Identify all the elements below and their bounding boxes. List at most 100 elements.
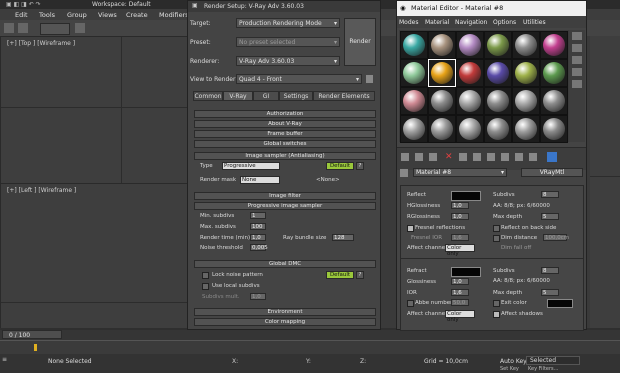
menu-group[interactable]: Group [67, 11, 87, 19]
menu-modifiers[interactable]: Modifiers [159, 11, 189, 19]
show-shaded-icon[interactable] [515, 153, 523, 161]
rollout-about-vray[interactable]: About V-Ray [194, 120, 376, 128]
rollout-frame-buffer[interactable]: Frame buffer [194, 130, 376, 138]
dim-distance-input[interactable]: 100,0cm [543, 234, 569, 241]
subdiv-mult-input[interactable]: 1,0 [250, 293, 266, 300]
abbe-checkbox[interactable] [407, 300, 414, 307]
pick-material-icon[interactable] [401, 153, 409, 161]
target-dropdown[interactable]: Production Rendering Mode ▾ [236, 18, 340, 28]
copy-material-icon[interactable] [459, 153, 467, 161]
material-slot[interactable] [484, 59, 512, 87]
lock-icon[interactable] [366, 75, 373, 83]
reset-icon[interactable]: ✕ [445, 152, 453, 162]
quick-access-icons[interactable]: ▣ ◧ ◨ ↶ ↷ [6, 1, 41, 8]
tab-gi[interactable]: GI [253, 91, 279, 101]
viewport-top-label[interactable]: [+] [Top ] [Wireframe ] [7, 40, 75, 47]
material-slot[interactable] [400, 31, 428, 59]
reflect-subdivs-input[interactable]: 8 [541, 191, 559, 198]
max-script-icon[interactable]: ≡ [2, 356, 7, 363]
render-button[interactable]: Render [344, 18, 376, 66]
refract-glossiness-input[interactable]: 1,0 [451, 278, 469, 285]
material-id-icon[interactable] [501, 153, 509, 161]
dmc-default-button[interactable]: Default [326, 271, 354, 279]
exit-color-checkbox[interactable] [493, 300, 500, 307]
render-mask-dropdown[interactable]: None [240, 176, 280, 184]
put-to-library-icon[interactable] [487, 153, 495, 161]
me-menu-utilities[interactable]: Utilities [523, 19, 546, 26]
fresnel-ior-input[interactable]: 1,6 [451, 234, 469, 241]
tab-vray[interactable]: V-Ray [223, 91, 253, 101]
time-slider[interactable]: 0 / 100 [0, 330, 620, 340]
material-slot[interactable] [540, 59, 568, 87]
material-slot[interactable] [456, 31, 484, 59]
refract-color-swatch[interactable] [451, 267, 481, 277]
material-slot[interactable] [428, 31, 456, 59]
tab-settings[interactable]: Settings [279, 91, 313, 101]
me-menu-options[interactable]: Options [493, 19, 516, 26]
refract-subdivs-input[interactable]: 8 [541, 267, 559, 274]
rglossiness-input[interactable]: 1,0 [451, 213, 469, 220]
render-mask-none-button[interactable]: <None> [316, 177, 340, 183]
viewport-left[interactable]: [+] [Left ] [Wireframe ] [0, 183, 190, 330]
exit-color-swatch[interactable] [547, 299, 573, 308]
material-slot[interactable] [512, 59, 540, 87]
show-end-result-icon[interactable] [529, 153, 537, 161]
material-slot[interactable] [512, 87, 540, 115]
material-slot[interactable] [428, 115, 456, 143]
material-slot[interactable] [540, 115, 568, 143]
reflect-color-swatch[interactable] [451, 191, 481, 201]
key-mode-dropdown[interactable]: Selected [526, 356, 580, 365]
preset-dropdown[interactable]: No preset selected ▾ [236, 37, 340, 47]
material-slot[interactable] [484, 31, 512, 59]
go-to-parent-icon[interactable] [547, 152, 557, 162]
material-slot[interactable] [512, 115, 540, 143]
video-check-icon[interactable] [572, 80, 582, 88]
dim-distance-checkbox[interactable] [493, 235, 500, 242]
rollout-global-dmc[interactable]: Global DMC [194, 260, 376, 268]
uv-tiling-icon[interactable] [572, 68, 582, 76]
abbe-input[interactable]: 50,0 [451, 299, 469, 306]
sample-type-icon[interactable] [572, 32, 582, 40]
local-subdivs-checkbox[interactable] [202, 283, 209, 290]
redo-icon[interactable] [18, 23, 28, 33]
eyedropper-icon[interactable] [400, 169, 408, 177]
background-icon[interactable] [572, 56, 582, 64]
me-menu-navigation[interactable]: Navigation [455, 19, 487, 26]
render-time-input[interactable]: 1,0 [250, 234, 266, 241]
rollout-authorization[interactable]: Authorization [194, 110, 376, 118]
timeline-track[interactable] [0, 340, 620, 354]
rollout-color-mapping[interactable]: Color mapping [194, 318, 376, 326]
viewport-top[interactable]: [+] [Top ] [Wireframe ] [0, 36, 190, 184]
material-slot[interactable] [456, 87, 484, 115]
refract-max-depth-input[interactable]: 5 [541, 289, 559, 296]
rollout-progressive-sampler[interactable]: Progressive image sampler [194, 202, 376, 210]
view-to-render-dropdown[interactable]: Quad 4 - Front ▾ [236, 74, 362, 84]
backlight-icon[interactable] [572, 44, 582, 52]
workspace-dropdown[interactable]: Workspace: Default [92, 1, 151, 8]
ray-bundle-input[interactable]: 128 [332, 234, 354, 241]
material-slot[interactable] [428, 59, 456, 87]
set-key-button[interactable]: Set Key [500, 366, 519, 372]
menu-views[interactable]: Views [98, 11, 117, 19]
help-icon[interactable]: ? [356, 162, 364, 170]
material-slot[interactable] [484, 115, 512, 143]
material-slot[interactable] [400, 87, 428, 115]
menu-edit[interactable]: Edit [15, 11, 28, 19]
me-menu-modes[interactable]: Modes [399, 19, 418, 26]
fresnel-checkbox[interactable] [407, 225, 414, 232]
material-slot[interactable] [400, 115, 428, 143]
affect-shadows-checkbox[interactable] [493, 311, 500, 318]
material-type-button[interactable]: VRayMtl [521, 168, 583, 177]
tab-render-elements[interactable]: Render Elements [313, 91, 375, 101]
rollout-global-switches[interactable]: Global switches [194, 140, 376, 148]
make-unique-icon[interactable] [473, 153, 481, 161]
menu-create[interactable]: Create [126, 11, 148, 19]
sampler-default-button[interactable]: Default [326, 162, 354, 170]
menu-tools[interactable]: Tools [39, 11, 55, 19]
min-subdivs-input[interactable]: 1 [250, 212, 266, 219]
material-slot[interactable] [484, 87, 512, 115]
material-name-field[interactable]: Material #8 ▾ [413, 168, 507, 177]
select-icon[interactable] [75, 23, 85, 33]
refract-affect-dropdown[interactable]: Color only [445, 310, 475, 323]
rollout-image-filter[interactable]: Image filter [194, 192, 376, 200]
